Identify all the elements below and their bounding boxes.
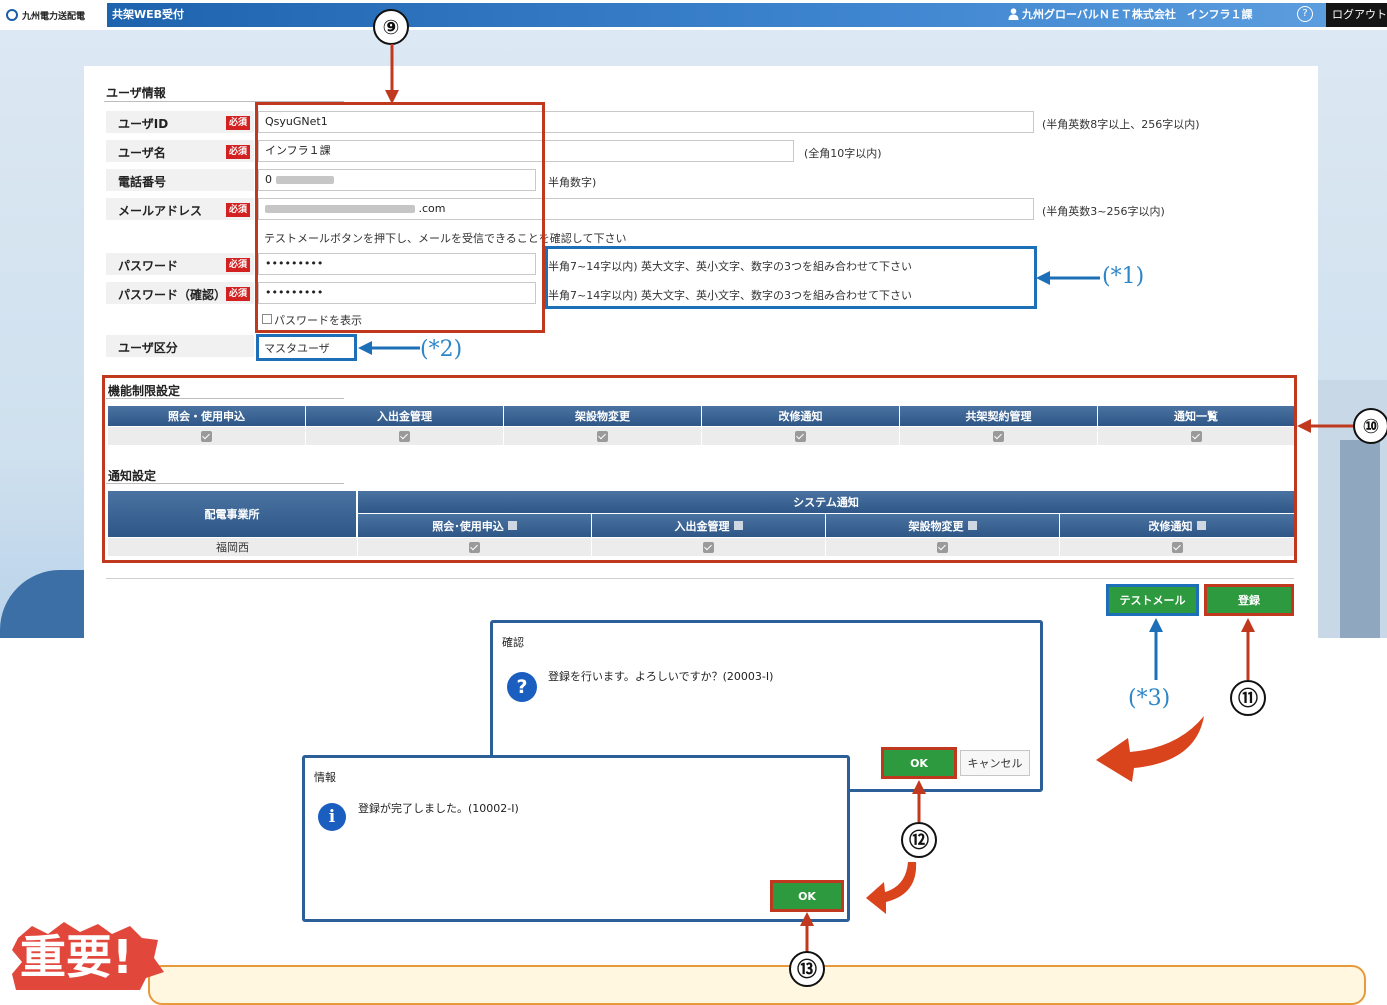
user-type-label: ユーザ区分 <box>118 341 178 355</box>
annotation-box-13 <box>770 880 844 912</box>
curved-arrow-icon <box>1096 716 1204 782</box>
help-icon[interactable]: ? <box>1297 6 1313 22</box>
app-title: 共架WEB受付 <box>112 8 185 21</box>
info-dialog <box>302 755 850 922</box>
curved-arrow-icon <box>866 862 917 914</box>
important-note-box <box>148 965 1366 1005</box>
logout-button[interactable]: ログアウト <box>1326 3 1387 27</box>
arrow-left-icon <box>1036 271 1100 285</box>
password-label: パスワード <box>118 259 179 273</box>
required-badge: 必須 <box>226 145 251 159</box>
section-title-user-info: ユーザ情報 <box>106 86 166 100</box>
user-icon <box>1008 8 1019 20</box>
info-dialog-message: 登録が完了しました。(10002-I) <box>358 802 519 815</box>
arrow-left-icon <box>358 341 420 355</box>
phone-hint: 半角数字) <box>548 176 597 189</box>
confirm-cancel-button[interactable]: キャンセル <box>960 750 1030 776</box>
annotation-note-1: (*1) <box>1102 264 1145 289</box>
user-name-label: ユーザ名 <box>118 146 166 160</box>
annotation-box-3 <box>1106 584 1199 616</box>
company-logo: 九州電力送配電 <box>0 0 107 30</box>
annotation-number-10: ⑩ <box>1353 408 1387 444</box>
arrow-up-icon <box>1149 618 1163 680</box>
arrow-up-icon <box>1241 618 1255 680</box>
arrow-left-icon <box>1297 419 1355 433</box>
required-badge: 必須 <box>226 203 251 217</box>
footer-divider <box>106 578 1294 579</box>
annotation-box-11 <box>1204 584 1294 616</box>
required-badge: 必須 <box>226 287 251 301</box>
required-badge: 必須 <box>226 258 251 272</box>
annotation-note-2: (*2) <box>420 337 463 362</box>
annotation-box-12 <box>881 747 957 779</box>
info-icon: i <box>318 803 346 831</box>
annotation-number-12: ⑫ <box>901 822 937 858</box>
info-dialog-title: 情報 <box>314 771 336 784</box>
important-label: 重要! <box>20 930 133 984</box>
user-id-label: ユーザID <box>118 117 169 131</box>
phone-label: 電話番号 <box>118 175 167 189</box>
email-label: メールアドレス <box>118 204 203 218</box>
arrow-up-icon <box>800 912 814 952</box>
annotation-box-1 <box>545 246 1037 309</box>
annotation-box-9 <box>255 102 545 333</box>
background-building <box>1340 440 1380 638</box>
annotation-box-10 <box>102 375 1297 563</box>
annotation-box-2 <box>256 334 357 361</box>
arrow-up-icon <box>912 780 926 822</box>
annotation-note-3: (*3) <box>1128 686 1171 711</box>
question-icon: ? <box>507 672 537 702</box>
user-company-name: 九州グローバルＮＥＴ株式会社 インフラ１課 <box>1022 8 1253 21</box>
logo-icon <box>6 9 18 21</box>
company-logo-text: 九州電力送配電 <box>22 11 86 22</box>
email-hint: (半角英数3~256字以内) <box>1042 205 1165 218</box>
annotation-number-13: ⑬ <box>789 951 825 987</box>
password-confirm-label: パスワード（確認） <box>118 288 227 302</box>
confirm-dialog-title: 確認 <box>502 636 524 649</box>
user-name-hint: (全角10字以内) <box>804 147 882 160</box>
annotation-number-11: ⑪ <box>1230 680 1266 716</box>
arrow-down-icon <box>385 44 399 104</box>
annotation-number-9: ⑨ <box>373 9 409 45</box>
user-id-hint: (半角英数8字以上、256字以内) <box>1042 118 1200 131</box>
required-badge: 必須 <box>226 116 251 130</box>
confirm-dialog-message: 登録を行います。よろしいですか？(20003-I) <box>548 670 774 683</box>
